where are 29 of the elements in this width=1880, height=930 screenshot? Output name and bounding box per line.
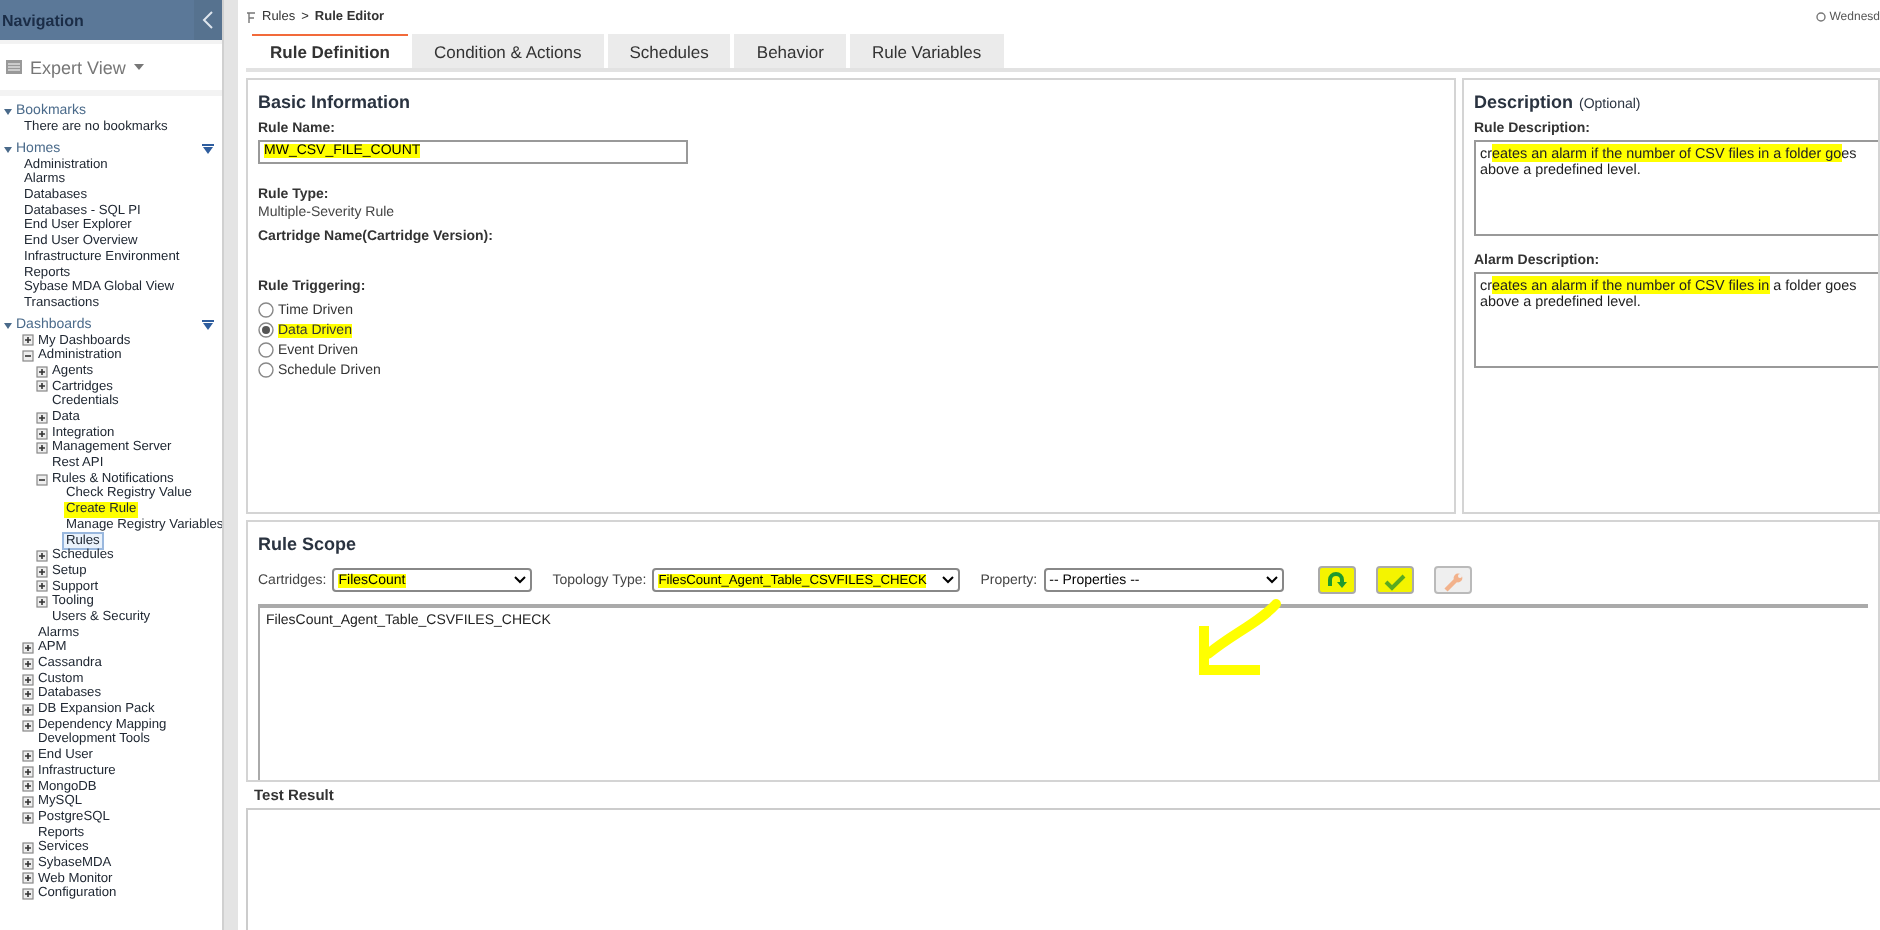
caret-icon <box>942 576 955 584</box>
radio-button[interactable] <box>258 342 274 358</box>
navigation-title: Navigation <box>0 11 84 29</box>
caret-icon <box>514 576 527 584</box>
splitter-handle[interactable] <box>222 0 238 930</box>
filter-icon[interactable] <box>202 143 214 156</box>
curved-arrow-icon <box>1324 569 1349 591</box>
hierarchy-icon <box>246 11 256 23</box>
collapse-button[interactable] <box>194 0 222 40</box>
chevron-left-icon <box>202 10 214 30</box>
wrench-icon <box>1440 569 1465 591</box>
tab[interactable]: Schedules <box>607 34 731 68</box>
clock-icon <box>1815 12 1826 22</box>
caret-icon <box>133 64 144 70</box>
arrow-button[interactable] <box>1317 566 1356 594</box>
list-icon <box>6 60 22 74</box>
tab[interactable]: Condition & Actions <box>411 34 604 68</box>
tab[interactable]: Rule Variables <box>849 34 1004 68</box>
section-title: Rule Scope <box>258 534 359 554</box>
tab[interactable]: Behavior <box>734 34 846 68</box>
section-title: Basic Information <box>258 92 413 112</box>
caret-icon <box>1265 576 1278 584</box>
radio-button[interactable] <box>258 302 274 318</box>
check-icon <box>1382 569 1407 591</box>
radio-button[interactable] <box>258 322 274 338</box>
section-title: Description <box>1474 92 1574 112</box>
radio-button[interactable] <box>258 362 274 378</box>
check-button[interactable] <box>1375 566 1414 594</box>
filter-icon[interactable] <box>202 319 214 332</box>
